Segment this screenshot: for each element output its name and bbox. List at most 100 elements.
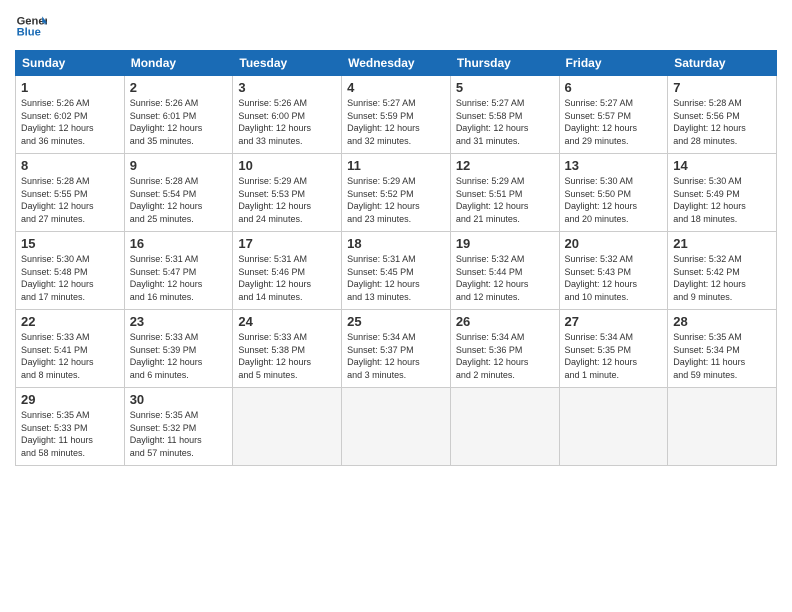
- day-info: Sunrise: 5:34 AM Sunset: 5:36 PM Dayligh…: [456, 331, 554, 381]
- day-number: 14: [673, 158, 771, 173]
- day-info: Sunrise: 5:33 AM Sunset: 5:38 PM Dayligh…: [238, 331, 336, 381]
- col-header-wednesday: Wednesday: [342, 51, 451, 76]
- day-number: 18: [347, 236, 445, 251]
- calendar-cell: 23 Sunrise: 5:33 AM Sunset: 5:39 PM Dayli…: [124, 310, 233, 388]
- day-number: 17: [238, 236, 336, 251]
- day-info: Sunrise: 5:34 AM Sunset: 5:37 PM Dayligh…: [347, 331, 445, 381]
- header: General Blue: [15, 10, 777, 42]
- logo-icon: General Blue: [15, 10, 47, 42]
- day-info: Sunrise: 5:27 AM Sunset: 5:58 PM Dayligh…: [456, 97, 554, 147]
- day-info: Sunrise: 5:35 AM Sunset: 5:32 PM Dayligh…: [130, 409, 228, 459]
- day-number: 10: [238, 158, 336, 173]
- calendar-cell: 5 Sunrise: 5:27 AM Sunset: 5:58 PM Daylig…: [450, 76, 559, 154]
- day-number: 29: [21, 392, 119, 407]
- page-container: General Blue SundayMondayTuesdayWednesda…: [0, 0, 792, 476]
- day-info: Sunrise: 5:26 AM Sunset: 6:01 PM Dayligh…: [130, 97, 228, 147]
- day-number: 19: [456, 236, 554, 251]
- calendar-cell: [450, 388, 559, 466]
- day-number: 30: [130, 392, 228, 407]
- day-number: 7: [673, 80, 771, 95]
- day-number: 21: [673, 236, 771, 251]
- calendar-cell: 16 Sunrise: 5:31 AM Sunset: 5:47 PM Dayli…: [124, 232, 233, 310]
- calendar-cell: 15Sunrise: 5:30 AM Sunset: 5:48 PM Dayli…: [16, 232, 125, 310]
- calendar-cell: 9 Sunrise: 5:28 AM Sunset: 5:54 PM Daylig…: [124, 154, 233, 232]
- day-info: Sunrise: 5:28 AM Sunset: 5:55 PM Dayligh…: [21, 175, 119, 225]
- day-info: Sunrise: 5:29 AM Sunset: 5:52 PM Dayligh…: [347, 175, 445, 225]
- day-number: 8: [21, 158, 119, 173]
- day-number: 3: [238, 80, 336, 95]
- day-number: 16: [130, 236, 228, 251]
- day-info: Sunrise: 5:29 AM Sunset: 5:51 PM Dayligh…: [456, 175, 554, 225]
- calendar-cell: 6 Sunrise: 5:27 AM Sunset: 5:57 PM Daylig…: [559, 76, 668, 154]
- day-number: 9: [130, 158, 228, 173]
- day-number: 11: [347, 158, 445, 173]
- day-number: 4: [347, 80, 445, 95]
- day-info: Sunrise: 5:31 AM Sunset: 5:45 PM Dayligh…: [347, 253, 445, 303]
- calendar-table: SundayMondayTuesdayWednesdayThursdayFrid…: [15, 50, 777, 466]
- col-header-tuesday: Tuesday: [233, 51, 342, 76]
- calendar-cell: 4 Sunrise: 5:27 AM Sunset: 5:59 PM Daylig…: [342, 76, 451, 154]
- day-info: Sunrise: 5:31 AM Sunset: 5:46 PM Dayligh…: [238, 253, 336, 303]
- day-info: Sunrise: 5:34 AM Sunset: 5:35 PM Dayligh…: [565, 331, 663, 381]
- day-number: 13: [565, 158, 663, 173]
- day-number: 24: [238, 314, 336, 329]
- day-info: Sunrise: 5:27 AM Sunset: 5:57 PM Dayligh…: [565, 97, 663, 147]
- calendar-cell: 8 Sunrise: 5:28 AM Sunset: 5:55 PM Daylig…: [16, 154, 125, 232]
- calendar-cell: 3 Sunrise: 5:26 AM Sunset: 6:00 PM Daylig…: [233, 76, 342, 154]
- day-number: 1: [21, 80, 119, 95]
- calendar-cell: 12 Sunrise: 5:29 AM Sunset: 5:51 PM Dayli…: [450, 154, 559, 232]
- calendar-cell: 17 Sunrise: 5:31 AM Sunset: 5:46 PM Dayli…: [233, 232, 342, 310]
- day-number: 12: [456, 158, 554, 173]
- day-info: Sunrise: 5:35 AM Sunset: 5:34 PM Dayligh…: [673, 331, 771, 381]
- calendar-cell: 28Sunrise: 5:35 AM Sunset: 5:34 PM Dayli…: [668, 310, 777, 388]
- calendar-week-3: 15Sunrise: 5:30 AM Sunset: 5:48 PM Dayli…: [16, 232, 777, 310]
- day-number: 2: [130, 80, 228, 95]
- calendar-cell: 7 Sunrise: 5:28 AM Sunset: 5:56 PM Daylig…: [668, 76, 777, 154]
- col-header-sunday: Sunday: [16, 51, 125, 76]
- day-info: Sunrise: 5:26 AM Sunset: 6:00 PM Dayligh…: [238, 97, 336, 147]
- calendar-cell: [559, 388, 668, 466]
- calendar-cell: 27Sunrise: 5:34 AM Sunset: 5:35 PM Dayli…: [559, 310, 668, 388]
- day-info: Sunrise: 5:35 AM Sunset: 5:33 PM Dayligh…: [21, 409, 119, 459]
- calendar-week-5: 29 Sunrise: 5:35 AM Sunset: 5:33 PM Dayli…: [16, 388, 777, 466]
- day-info: Sunrise: 5:28 AM Sunset: 5:54 PM Dayligh…: [130, 175, 228, 225]
- day-number: 25: [347, 314, 445, 329]
- day-info: Sunrise: 5:33 AM Sunset: 5:41 PM Dayligh…: [21, 331, 119, 381]
- day-info: Sunrise: 5:30 AM Sunset: 5:50 PM Dayligh…: [565, 175, 663, 225]
- day-info: Sunrise: 5:32 AM Sunset: 5:43 PM Dayligh…: [565, 253, 663, 303]
- day-info: Sunrise: 5:30 AM Sunset: 5:48 PM Dayligh…: [21, 253, 119, 303]
- day-info: Sunrise: 5:33 AM Sunset: 5:39 PM Dayligh…: [130, 331, 228, 381]
- calendar-cell: 19 Sunrise: 5:32 AM Sunset: 5:44 PM Dayli…: [450, 232, 559, 310]
- day-info: Sunrise: 5:32 AM Sunset: 5:42 PM Dayligh…: [673, 253, 771, 303]
- svg-text:Blue: Blue: [17, 27, 41, 39]
- day-number: 26: [456, 314, 554, 329]
- calendar-cell: 29 Sunrise: 5:35 AM Sunset: 5:33 PM Dayli…: [16, 388, 125, 466]
- day-info: Sunrise: 5:31 AM Sunset: 5:47 PM Dayligh…: [130, 253, 228, 303]
- col-header-thursday: Thursday: [450, 51, 559, 76]
- calendar-cell: 30 Sunrise: 5:35 AM Sunset: 5:32 PM Dayli…: [124, 388, 233, 466]
- day-info: Sunrise: 5:32 AM Sunset: 5:44 PM Dayligh…: [456, 253, 554, 303]
- col-header-saturday: Saturday: [668, 51, 777, 76]
- calendar-cell: 26 Sunrise: 5:34 AM Sunset: 5:36 PM Dayli…: [450, 310, 559, 388]
- calendar-cell: 11 Sunrise: 5:29 AM Sunset: 5:52 PM Dayli…: [342, 154, 451, 232]
- day-info: Sunrise: 5:28 AM Sunset: 5:56 PM Dayligh…: [673, 97, 771, 147]
- day-number: 5: [456, 80, 554, 95]
- calendar-cell: 21 Sunrise: 5:32 AM Sunset: 5:42 PM Dayli…: [668, 232, 777, 310]
- day-number: 23: [130, 314, 228, 329]
- calendar-cell: 18 Sunrise: 5:31 AM Sunset: 5:45 PM Dayli…: [342, 232, 451, 310]
- logo: General Blue: [15, 10, 47, 42]
- calendar-cell: 25 Sunrise: 5:34 AM Sunset: 5:37 PM Dayli…: [342, 310, 451, 388]
- calendar-cell: 14 Sunrise: 5:30 AM Sunset: 5:49 PM Dayli…: [668, 154, 777, 232]
- calendar-cell: 10 Sunrise: 5:29 AM Sunset: 5:53 PM Dayli…: [233, 154, 342, 232]
- day-info: Sunrise: 5:26 AM Sunset: 6:02 PM Dayligh…: [21, 97, 119, 147]
- day-info: Sunrise: 5:30 AM Sunset: 5:49 PM Dayligh…: [673, 175, 771, 225]
- day-number: 20: [565, 236, 663, 251]
- day-info: Sunrise: 5:29 AM Sunset: 5:53 PM Dayligh…: [238, 175, 336, 225]
- calendar-cell: 2 Sunrise: 5:26 AM Sunset: 6:01 PM Daylig…: [124, 76, 233, 154]
- calendar-cell: 20 Sunrise: 5:32 AM Sunset: 5:43 PM Dayli…: [559, 232, 668, 310]
- day-number: 22: [21, 314, 119, 329]
- col-header-friday: Friday: [559, 51, 668, 76]
- col-header-monday: Monday: [124, 51, 233, 76]
- day-info: Sunrise: 5:27 AM Sunset: 5:59 PM Dayligh…: [347, 97, 445, 147]
- day-number: 6: [565, 80, 663, 95]
